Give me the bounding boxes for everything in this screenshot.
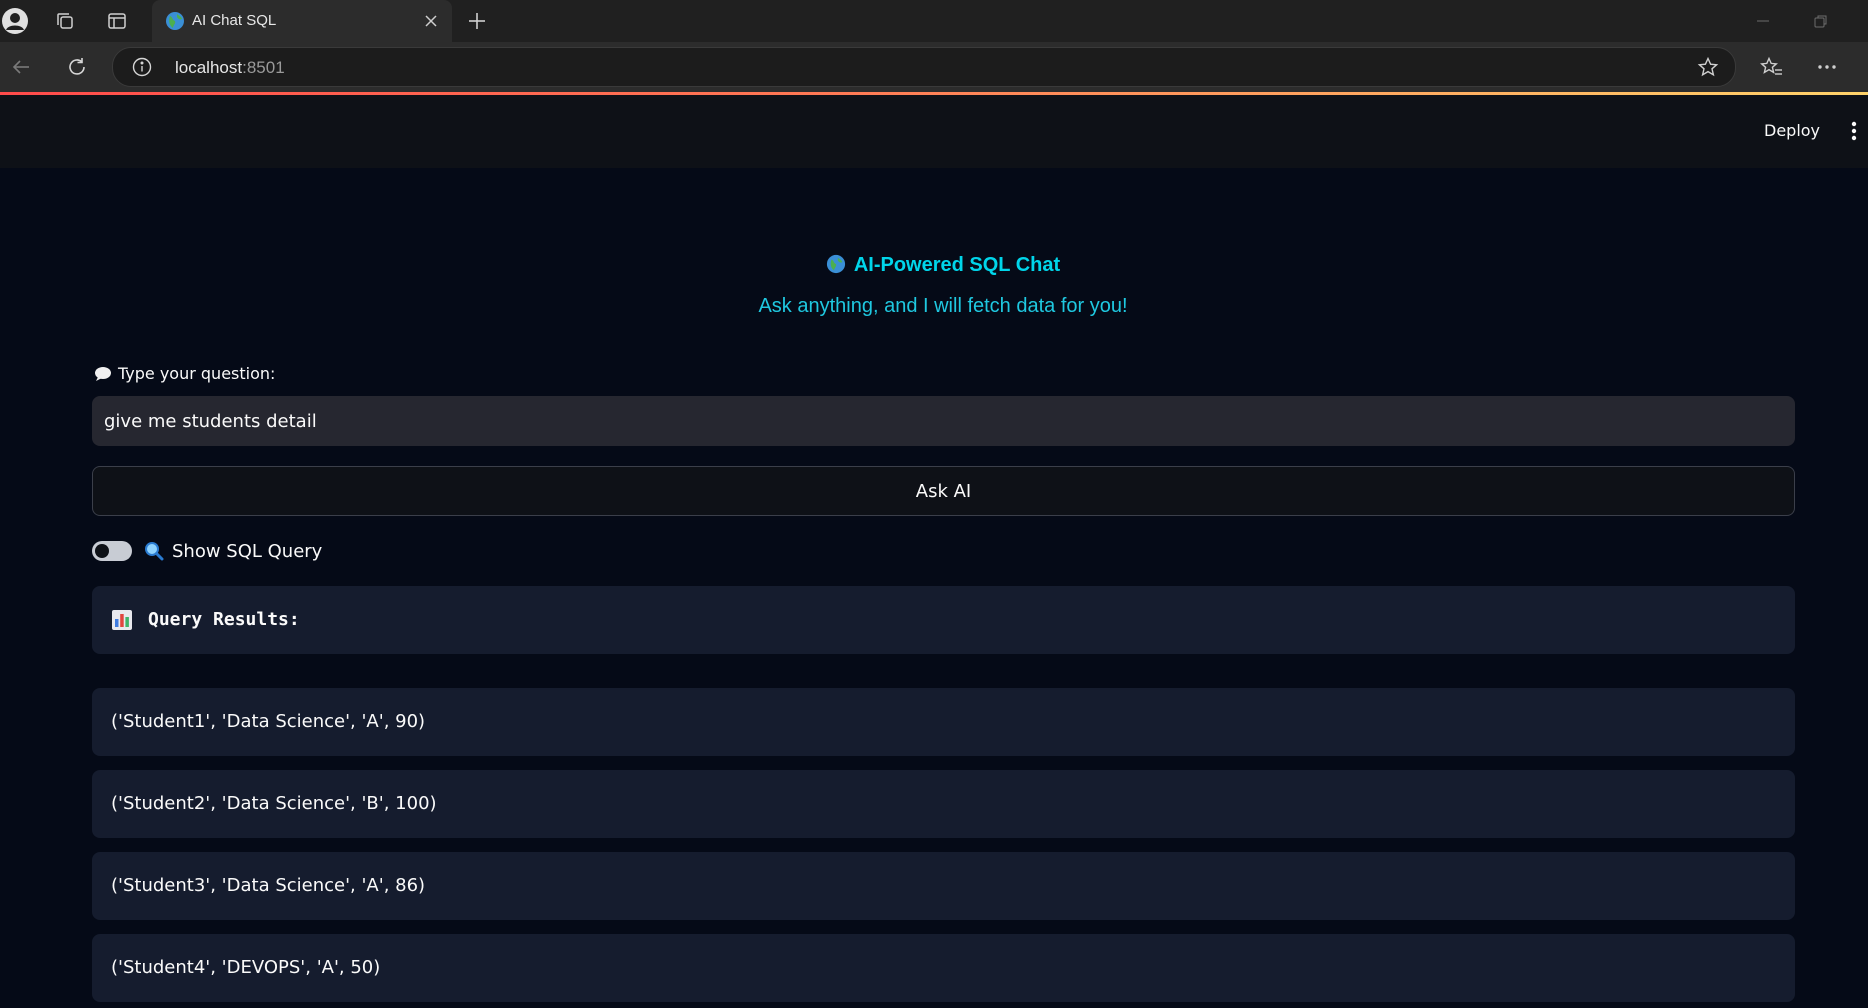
ask-ai-button[interactable]: Ask AI — [92, 466, 1795, 516]
result-row-text: ('Student4', 'DEVOPS', 'A', 50) — [111, 957, 381, 978]
result-row: ('Student4', 'DEVOPS', 'A', 50) — [92, 934, 1795, 1002]
magnifier-icon — [145, 542, 164, 561]
results-header-card: Query Results: — [92, 586, 1795, 654]
new-tab-icon[interactable] — [462, 6, 492, 36]
profile-icon[interactable] — [0, 6, 30, 36]
globe-icon — [166, 12, 184, 30]
url-text: localhost:8501 — [175, 58, 285, 77]
result-row-text: ('Student3', 'Data Science', 'A', 86) — [111, 875, 426, 896]
page-subtitle: Ask anything, and I will fetch data for … — [758, 295, 1128, 317]
tab-title: AI Chat SQL — [192, 12, 277, 29]
more-icon[interactable] — [1812, 52, 1842, 82]
kebab-menu-icon[interactable] — [1842, 117, 1866, 145]
results-header-text: Query Results: — [148, 609, 300, 630]
question-input[interactable] — [92, 396, 1795, 446]
question-label-text: Type your question: — [118, 364, 276, 383]
close-icon[interactable] — [420, 10, 442, 32]
refresh-icon[interactable] — [62, 52, 92, 82]
bar-chart-icon — [112, 610, 132, 630]
browser-tab-bar: AI Chat SQL — [0, 0, 1868, 42]
show-sql-toggle-row[interactable]: Show SQL Query — [92, 538, 322, 564]
collections-icon[interactable] — [50, 6, 80, 36]
result-row: ('Student3', 'Data Science', 'A', 86) — [92, 852, 1795, 920]
deploy-button[interactable]: Deploy — [1754, 115, 1830, 147]
browser-tab[interactable]: AI Chat SQL — [152, 0, 452, 42]
tab-actions-icon[interactable] — [102, 6, 132, 36]
info-icon[interactable] — [131, 56, 153, 78]
page-title: AI-Powered SQL Chat — [0, 254, 1868, 277]
show-sql-label: Show SQL Query — [172, 540, 323, 562]
back-icon[interactable] — [6, 52, 36, 82]
show-sql-toggle[interactable] — [92, 541, 132, 561]
result-row-text: ('Student1', 'Data Science', 'A', 90) — [111, 711, 426, 732]
restore-icon[interactable] — [1806, 8, 1836, 34]
result-row: ('Student2', 'Data Science', 'B', 100) — [92, 770, 1795, 838]
minimize-icon[interactable] — [1748, 8, 1778, 34]
title-text: AI-Powered SQL Chat — [853, 254, 1061, 276]
result-row: ('Student1', 'Data Science', 'A', 90) — [92, 688, 1795, 756]
url-field[interactable]: localhost:8501 — [112, 47, 1736, 87]
star-icon[interactable] — [1697, 56, 1719, 78]
favorites-icon[interactable] — [1757, 52, 1787, 82]
speech-bubble-icon — [95, 366, 111, 381]
globe-icon — [826, 254, 845, 274]
browser-address-bar: localhost:8501 — [0, 42, 1868, 92]
result-row-text: ('Student2', 'Data Science', 'B', 100) — [111, 793, 437, 814]
app-header: Deploy — [0, 95, 1868, 168]
question-label: Type your question: — [94, 364, 275, 383]
toggle-knob — [95, 544, 109, 558]
